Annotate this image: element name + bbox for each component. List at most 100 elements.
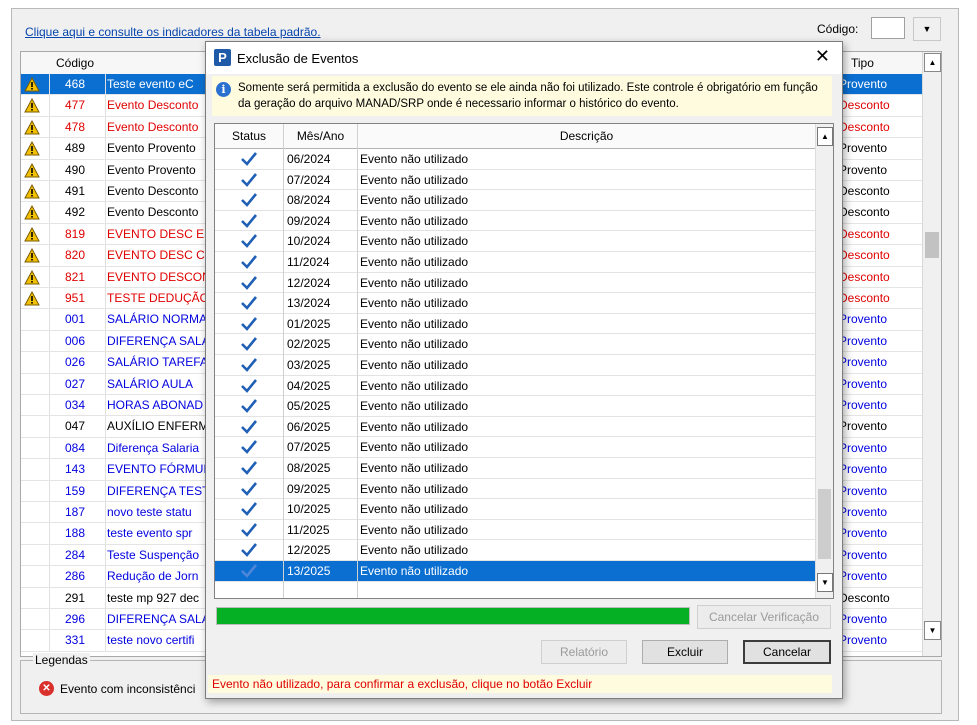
col-divider (49, 544, 50, 566)
warning-icon (24, 77, 40, 92)
grid-row[interactable]: 02/2025 Evento não utilizado (215, 334, 815, 355)
row-tipo: Desconto (839, 590, 890, 605)
row-mes-ano: 10/2024 (287, 234, 331, 249)
grid-row[interactable]: 12/2024 Evento não utilizado (215, 273, 815, 294)
row-tipo: Provento (839, 312, 888, 327)
row-descricao: Evento não utilizado (360, 172, 469, 187)
row-mes-ano: 11/2025 (287, 522, 330, 537)
header-mes-ano[interactable]: Mês/Ano (284, 129, 357, 143)
row-codigo: 490 (65, 162, 86, 177)
row-mes-ano: 08/2024 (287, 193, 331, 208)
row-tipo: Desconto (839, 248, 890, 263)
close-icon[interactable]: ✕ (815, 46, 830, 67)
scroll-down-icon[interactable]: ▼ (817, 573, 833, 592)
row-mes-ano: 08/2025 (287, 461, 331, 475)
warning-icon (24, 291, 40, 306)
row-tipo: Provento (839, 505, 888, 519)
codigo-label: Código: (817, 22, 859, 36)
grid-row[interactable]: 07/2025 Evento não utilizado (215, 437, 815, 458)
grid-row[interactable]: 07/2024 Evento não utilizado (215, 170, 815, 191)
scroll-thumb[interactable] (925, 232, 939, 258)
header-codigo[interactable]: Código (56, 56, 94, 70)
cancel-verification-button[interactable]: Cancelar Verificação (697, 605, 831, 629)
row-descricao: Evento Desconto (107, 184, 199, 198)
cancel-button[interactable]: Cancelar (743, 640, 831, 664)
row-descricao: Evento não utilizado (360, 564, 469, 578)
row-descricao: Evento Desconto (107, 98, 199, 113)
col-divider (49, 566, 50, 587)
row-tipo: Desconto (839, 226, 890, 241)
codigo-dropdown-button[interactable]: ▼ (913, 17, 941, 41)
row-codigo: 143 (65, 462, 86, 477)
row-descricao: Evento Provento (107, 141, 196, 156)
grid-row[interactable]: 05/2025 Evento não utilizado (215, 396, 815, 417)
check-icon (241, 419, 258, 434)
grid-row[interactable]: 11/2024 Evento não utilizado (215, 252, 815, 273)
scroll-up-icon[interactable]: ▲ (924, 53, 941, 72)
grid-row[interactable]: 06/2025 Evento não utilizado (215, 417, 815, 438)
col-divider (49, 587, 50, 608)
col-divider (105, 587, 106, 608)
row-codigo: 291 (65, 590, 86, 605)
col-divider (105, 159, 106, 180)
grid-row[interactable]: 06/2024 Evento não utilizado (215, 149, 815, 170)
grid-row[interactable]: 01/2025 Evento não utilizado (215, 314, 815, 335)
col-divider (105, 416, 106, 437)
warning-icon (24, 98, 40, 113)
warning-icon (24, 269, 40, 285)
grid-row[interactable]: 09/2024 Evento não utilizado (215, 211, 815, 232)
row-codigo: 027 (65, 376, 86, 391)
header-tipo[interactable]: Tipo (851, 56, 874, 70)
row-mes-ano: 07/2024 (287, 172, 331, 187)
row-descricao: Evento não utilizado (360, 358, 469, 372)
col-divider (105, 202, 106, 223)
scroll-up-icon[interactable]: ▲ (817, 127, 833, 146)
header-descricao[interactable]: Descrição (358, 129, 815, 143)
col-divider (105, 181, 106, 202)
row-codigo: 296 (65, 612, 86, 626)
grid-header: Status Mês/Ano Descrição (215, 124, 815, 149)
grid-row[interactable]: 03/2025 Evento não utilizado (215, 355, 815, 376)
codigo-input[interactable] (871, 17, 905, 39)
grid-row[interactable]: 10/2024 Evento não utilizado (215, 231, 815, 252)
col-divider (49, 159, 50, 180)
row-tipo: Provento (839, 333, 888, 348)
grid-scrollbar[interactable]: ▲ ▼ (815, 124, 833, 598)
indicators-link[interactable]: Clique aqui e consulte os indicadores da… (25, 25, 321, 39)
report-button[interactable]: Relatório (541, 640, 627, 664)
row-codigo: 951 (65, 291, 86, 305)
col-divider (105, 352, 106, 373)
error-icon: ✕ (39, 681, 54, 696)
grid-row[interactable]: 09/2025 Evento não utilizado (215, 479, 815, 500)
row-descricao: Evento não utilizado (360, 275, 469, 290)
row-descricao: Evento não utilizado (360, 234, 469, 249)
grid-row[interactable]: 08/2024 Evento não utilizado (215, 190, 815, 211)
row-descricao: Evento não utilizado (360, 461, 469, 475)
warning-icon (24, 141, 40, 156)
scroll-down-icon[interactable]: ▼ (924, 621, 941, 640)
delete-button[interactable]: Excluir (642, 640, 728, 664)
row-mes-ano: 12/2024 (287, 275, 331, 290)
row-codigo: 286 (65, 569, 86, 584)
col-divider (49, 437, 50, 459)
info-text: Somente será permitida a exclusão do eve… (238, 82, 818, 110)
legend-item: ✕ Evento com inconsistênci (39, 681, 195, 696)
events-table-scrollbar[interactable]: ▲ ▼ (922, 52, 941, 656)
grid-row[interactable]: 04/2025 Evento não utilizado (215, 376, 815, 397)
row-codigo: 284 (65, 547, 86, 562)
row-codigo: 006 (65, 333, 86, 348)
grid-row[interactable]: 10/2025 Evento não utilizado (215, 499, 815, 520)
grid-row[interactable]: 08/2025 Evento não utilizado (215, 458, 815, 479)
row-descricao: EVENTO DESCON (107, 269, 211, 284)
header-status[interactable]: Status (215, 129, 283, 143)
grid-row[interactable]: 12/2025 Evento não utilizado (215, 540, 815, 561)
grid-row[interactable]: 13/2025 Evento não utilizado (215, 561, 815, 582)
grid-row[interactable]: 13/2024 Evento não utilizado (215, 293, 815, 314)
grid-row[interactable]: 11/2025 Evento não utilizado (215, 520, 815, 541)
row-descricao: Evento não utilizado (360, 152, 469, 166)
row-descricao: DIFERENÇA SALA (107, 333, 210, 348)
row-tipo: Provento (839, 483, 888, 498)
row-mes-ano: 13/2024 (287, 296, 331, 311)
col-divider (357, 124, 358, 598)
scroll-thumb[interactable] (818, 489, 831, 559)
